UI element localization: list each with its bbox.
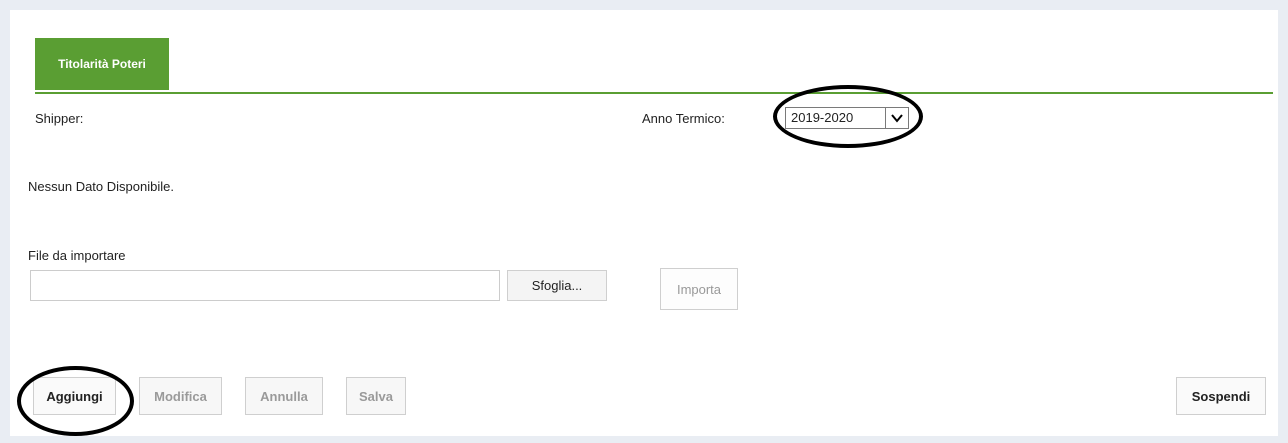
anno-termico-value: 2019-2020 (791, 110, 854, 125)
import-button[interactable]: Importa (660, 268, 738, 310)
chevron-down-icon[interactable] (885, 108, 908, 128)
salva-button[interactable]: Salva (346, 377, 406, 415)
modifica-button[interactable]: Modifica (139, 377, 222, 415)
main-panel: Titolarità Poteri Shipper: Anno Termico:… (10, 10, 1278, 436)
tab-titolarita-poteri[interactable]: Titolarità Poteri (35, 38, 169, 90)
anno-termico-select[interactable]: 2019-2020 (785, 107, 909, 129)
tab-underline (35, 92, 1273, 94)
shipper-label: Shipper: (35, 111, 84, 126)
file-import-label: File da importare (28, 248, 126, 263)
file-path-input[interactable] (30, 270, 500, 301)
no-data-message: Nessun Dato Disponibile. (28, 179, 174, 194)
annulla-button[interactable]: Annulla (245, 377, 323, 415)
aggiungi-button[interactable]: Aggiungi (33, 377, 116, 415)
sospendi-button[interactable]: Sospendi (1176, 377, 1266, 415)
browse-button[interactable]: Sfoglia... (507, 270, 607, 301)
anno-termico-label: Anno Termico: (642, 111, 725, 126)
